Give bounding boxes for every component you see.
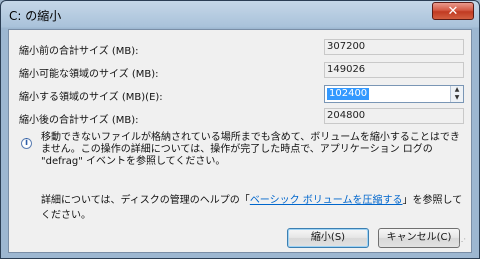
value-total-before: 307200 (324, 39, 464, 55)
shrink-button[interactable]: 縮小(S) (287, 228, 369, 248)
value-shrinkable: 149026 (324, 62, 464, 78)
resize-grip-icon[interactable]: ⋰ (458, 238, 470, 251)
shrink-amount-input[interactable]: 102400 (327, 88, 370, 100)
row-shrink-amount: 縮小する領域のサイズ (MB)(E): 102400 ▲ ▼ (19, 84, 465, 104)
dialog-content: 縮小前の合計サイズ (MB): 307200 縮小可能な領域のサイズ (MB):… (8, 29, 472, 253)
row-total-after: 縮小後の合計サイズ (MB): 204800 (19, 107, 465, 127)
label-shrinkable: 縮小可能な領域のサイズ (MB): (19, 69, 159, 80)
spin-down-icon[interactable]: ▼ (451, 94, 463, 102)
help-prefix: 詳細については、ディスクの管理のヘルプの「 (41, 195, 250, 206)
label-total-after: 縮小後の合計サイズ (MB): (19, 115, 139, 126)
info-icon: i (21, 138, 32, 149)
row-total-before: 縮小前の合計サイズ (MB): 307200 (19, 38, 465, 58)
spin-buttons[interactable]: ▲ ▼ (450, 86, 463, 102)
value-total-after: 204800 (324, 108, 464, 124)
label-shrink-amount: 縮小する領域のサイズ (MB)(E): (19, 92, 163, 103)
title-bar[interactable]: C: の縮小 ✕ (1, 1, 479, 28)
close-button[interactable]: ✕ (432, 2, 474, 20)
row-shrinkable: 縮小可能な領域のサイズ (MB): 149026 (19, 61, 465, 81)
shrink-dialog: C: の縮小 ✕ 縮小前の合計サイズ (MB): 307200 縮小可能な領域の… (0, 0, 480, 259)
close-icon: ✕ (447, 3, 459, 19)
cancel-button[interactable]: キャンセル(C) (378, 228, 460, 248)
label-total-before: 縮小前の合計サイズ (MB): (19, 46, 139, 57)
window-title: C: の縮小 (9, 9, 62, 23)
help-link[interactable]: ベーシック ボリュームを圧縮する (250, 195, 403, 206)
help-text: 詳細については、ディスクの管理のヘルプの「ベーシック ボリュームを圧縮する」を参… (41, 191, 471, 221)
info-text: 移動できないファイルが格納されている場所までも含めて、ボリュームを縮小することは… (41, 132, 460, 167)
spin-up-icon[interactable]: ▲ (451, 86, 463, 94)
shrink-amount-spinbox[interactable]: 102400 ▲ ▼ (324, 85, 464, 103)
